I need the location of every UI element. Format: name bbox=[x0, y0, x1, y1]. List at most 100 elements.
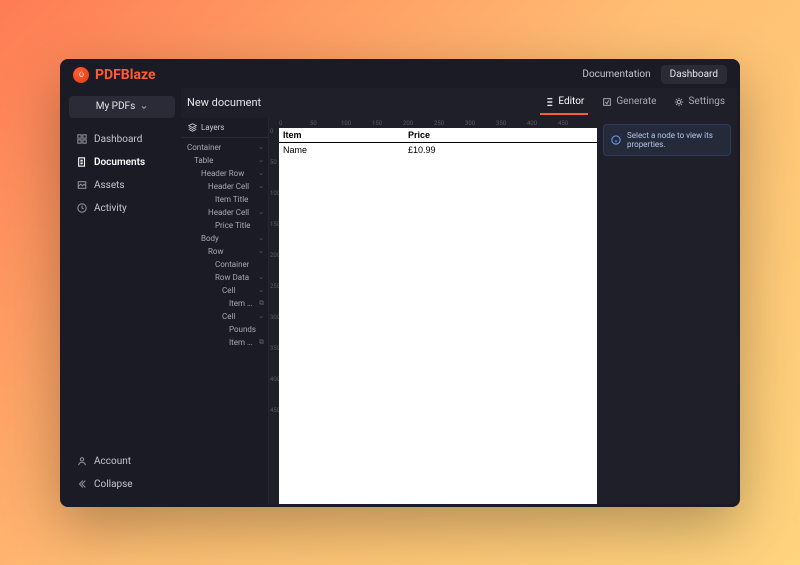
tab-label: Settings bbox=[688, 96, 725, 107]
sidebar-item-activity[interactable]: Activity bbox=[69, 197, 175, 220]
layer-node[interactable]: Pounds bbox=[181, 323, 268, 336]
ruler-tick: 350 bbox=[496, 120, 506, 127]
ruler-tick: 300 bbox=[465, 120, 475, 127]
layer-node[interactable]: Row Data ⌄ bbox=[181, 271, 268, 284]
sidebar-item-account[interactable]: Account bbox=[69, 450, 175, 473]
flame-icon bbox=[73, 67, 89, 83]
layer-label: Container bbox=[187, 143, 221, 152]
layer-node[interactable]: Header Row ⌄ bbox=[181, 167, 268, 180]
layer-label: Header Row bbox=[201, 169, 244, 178]
layer-label: Header Cell bbox=[208, 208, 249, 217]
ruler-tick: 250 bbox=[434, 120, 444, 127]
canvas[interactable]: 050100150200250300350400450 050100150200… bbox=[269, 118, 597, 504]
layer-label: Item Title bbox=[215, 195, 248, 204]
documentation-link[interactable]: Documentation bbox=[582, 69, 650, 80]
layers-tree: Container⌄Table⌄Header Row⌄Header Cell⌄I… bbox=[181, 138, 268, 504]
layer-node[interactable]: Header Cell ⌄ bbox=[181, 180, 268, 193]
brand-name: PDFBlaze bbox=[95, 67, 156, 83]
layer-node[interactable]: Item Price⧉ bbox=[181, 336, 268, 349]
layer-label: Pounds bbox=[229, 325, 256, 334]
sidebar-item-label: Assets bbox=[94, 180, 125, 191]
sidebar-item-dashboard[interactable]: Dashboard bbox=[69, 128, 175, 151]
generate-icon bbox=[602, 97, 612, 107]
layer-label: Cell bbox=[222, 312, 235, 321]
chevron-down-icon[interactable]: ⌄ bbox=[258, 169, 264, 177]
ruler-horizontal: 050100150200250300350400450 bbox=[279, 118, 597, 128]
topbar-right: Documentation Dashboard bbox=[582, 65, 727, 84]
tab-settings[interactable]: Settings bbox=[670, 90, 729, 115]
collapse-icon bbox=[77, 479, 87, 489]
sidebar-item-label: Dashboard bbox=[94, 134, 142, 145]
layer-node[interactable]: Container ⌄ bbox=[181, 141, 268, 154]
info-icon bbox=[611, 135, 621, 145]
ruler-tick: 150 bbox=[372, 120, 382, 127]
chevron-down-icon[interactable]: ⌄ bbox=[258, 247, 264, 255]
ruler-tick: 200 bbox=[403, 120, 413, 127]
layers-title: Layers bbox=[201, 123, 224, 132]
my-pdfs-label: My PDFs bbox=[96, 101, 136, 112]
sidebar-item-documents[interactable]: Documents bbox=[69, 151, 175, 174]
document-header: New document Editor Generate bbox=[181, 88, 737, 118]
app-frame: PDFBlaze Documentation Dashboard My PDFs… bbox=[60, 59, 740, 507]
layer-label: Item Price bbox=[229, 338, 255, 347]
layer-label: Cell bbox=[222, 286, 235, 295]
chevron-down-icon[interactable]: ⌄ bbox=[258, 208, 264, 216]
layers-panel: Layers Container⌄Table⌄Header Row⌄Header… bbox=[181, 118, 269, 504]
layer-node[interactable]: Body ⌄ bbox=[181, 232, 268, 245]
table-body: Name£10.99 bbox=[279, 143, 597, 157]
layer-node[interactable]: Cell ⌄ bbox=[181, 310, 268, 323]
ruler-tick: 0 bbox=[279, 120, 282, 127]
layer-node[interactable]: Cell ⌄ bbox=[181, 284, 268, 297]
chevron-down-icon[interactable]: ⌄ bbox=[258, 234, 264, 242]
chevron-down-icon[interactable]: ⌄ bbox=[258, 156, 264, 164]
chevron-down-icon bbox=[140, 103, 148, 111]
topbar: PDFBlaze Documentation Dashboard bbox=[63, 62, 737, 88]
properties-hint: Select a node to view its properties. bbox=[603, 124, 731, 156]
th-item: Item bbox=[279, 128, 404, 142]
page-preview: Item Price Name£10.99 bbox=[279, 128, 597, 504]
ruler-tick: 450 bbox=[558, 120, 568, 127]
app: PDFBlaze Documentation Dashboard My PDFs… bbox=[63, 62, 737, 504]
layer-node[interactable]: Item Name ⧉ bbox=[181, 297, 268, 310]
layer-node[interactable]: Row⌄ bbox=[181, 245, 268, 258]
chevron-down-icon[interactable]: ⌄ bbox=[258, 312, 264, 320]
activity-icon bbox=[77, 203, 87, 213]
chevron-down-icon[interactable]: ⌄ bbox=[258, 286, 264, 294]
th-price: Price bbox=[404, 128, 444, 142]
link-icon: ⧉ bbox=[259, 299, 264, 308]
layer-node[interactable]: Price Title bbox=[181, 219, 268, 232]
chevron-down-icon[interactable]: ⌄ bbox=[258, 273, 264, 281]
main: New document Editor Generate bbox=[181, 88, 737, 504]
tab-generate[interactable]: Generate bbox=[598, 90, 660, 115]
logo[interactable]: PDFBlaze bbox=[73, 67, 156, 83]
layers-header: Layers bbox=[181, 118, 268, 138]
ruler-tick: 50 bbox=[310, 120, 317, 127]
work-area: Layers Container⌄Table⌄Header Row⌄Header… bbox=[181, 118, 737, 504]
sidebar-item-collapse[interactable]: Collapse bbox=[69, 473, 175, 496]
ruler-tick: 400 bbox=[527, 120, 537, 127]
layer-label: Header Cell bbox=[208, 182, 249, 191]
sidebar-item-label: Documents bbox=[94, 157, 145, 168]
layer-node[interactable]: Table⌄ bbox=[181, 154, 268, 167]
chevron-down-icon[interactable]: ⌄ bbox=[258, 143, 264, 151]
sidebar-item-assets[interactable]: Assets bbox=[69, 174, 175, 197]
layer-label: Body bbox=[201, 234, 219, 243]
tab-editor[interactable]: Editor bbox=[540, 90, 588, 115]
tab-label: Editor bbox=[558, 96, 584, 107]
documents-icon bbox=[77, 157, 87, 167]
layer-label: Row Data bbox=[215, 273, 249, 282]
layer-label: Item Name bbox=[229, 299, 255, 308]
my-pdfs-dropdown[interactable]: My PDFs bbox=[69, 96, 175, 118]
layer-node[interactable]: Container bbox=[181, 258, 268, 271]
layer-node[interactable]: Item Title bbox=[181, 193, 268, 206]
gear-icon bbox=[674, 97, 684, 107]
tabs: Editor Generate Settings bbox=[540, 90, 729, 115]
cell-price: £10.99 bbox=[404, 143, 444, 157]
chevron-down-icon[interactable]: ⌄ bbox=[258, 182, 264, 190]
dashboard-button[interactable]: Dashboard bbox=[661, 65, 727, 84]
table-row: Name£10.99 bbox=[279, 143, 597, 157]
ruler-tick: 0 bbox=[270, 128, 273, 135]
layer-node[interactable]: Header Cell ⌄ bbox=[181, 206, 268, 219]
hint-text: Select a node to view its properties. bbox=[627, 131, 723, 149]
content: My PDFs Dashboard Documents bbox=[63, 88, 737, 504]
